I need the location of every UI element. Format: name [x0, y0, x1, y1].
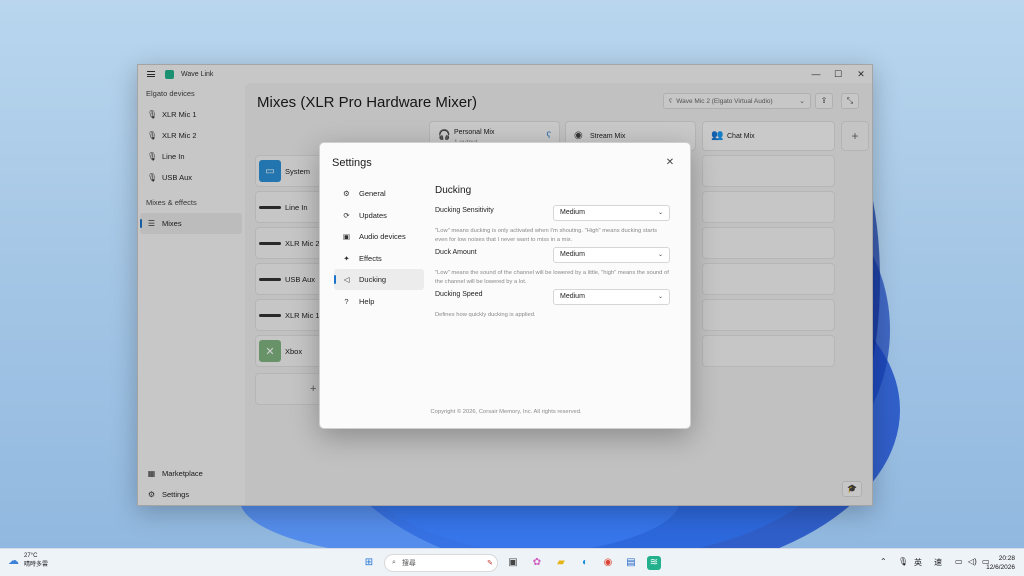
setting-label: Duck Amount [435, 249, 477, 256]
settings-dialog: Settings ✕ ⚙ General ⟳ Updates ▣ Audio devi… [319, 142, 691, 429]
chevron-up-icon[interactable]: ⌃ [880, 557, 887, 566]
network-icon[interactable]: ▭ [955, 557, 963, 566]
setting-description: "Low" means the sound of the channel wil… [435, 270, 669, 285]
settings-nav-ducking[interactable]: ◁ Ducking [334, 269, 424, 290]
settings-nav-effects[interactable]: ✦ Effects [334, 248, 424, 269]
date: 12/6/2026 [986, 564, 1015, 571]
nav-label: Help [359, 296, 375, 306]
settings-nav-updates[interactable]: ⟳ Updates [334, 205, 424, 226]
copilot-icon[interactable]: ✿ [530, 556, 544, 570]
effects-icon: ✦ [343, 253, 350, 263]
duck-amount-select[interactable]: Medium ⌄ [553, 247, 670, 263]
nav-label: Effects [359, 253, 382, 263]
taskbar: ☁ 27°C 晴時多雲 ⊞ ⌕ 搜尋 ✎ ▣ ✿ ▰ ◐ ◉ ▤ ≋ ⌃ 🎙 英… [0, 548, 1024, 576]
select-value: Medium [560, 209, 585, 216]
store-icon[interactable]: ▤ [624, 556, 638, 570]
setting-description: Defines how quickly ducking is applied. [435, 312, 536, 318]
chevron-down-icon: ⌄ [657, 252, 663, 258]
nav-label: Updates [359, 210, 387, 220]
clock[interactable]: 20:28 12/6/2026 [986, 554, 1015, 572]
chevron-down-icon: ⌄ [657, 294, 663, 300]
partly-cloudy-icon: ☁ [8, 555, 19, 567]
setting-ducking-sensitivity: Ducking Sensitivity Medium ⌄ "Low" means … [435, 205, 671, 247]
chrome-icon[interactable]: ◉ [601, 556, 615, 570]
search-highlight-icon: ✎ [487, 560, 493, 567]
setting-label: Ducking Speed [435, 291, 483, 298]
setting-description: "Low" means ducking is only activated wh… [435, 228, 657, 243]
search-box[interactable]: ⌕ 搜尋 ✎ [384, 554, 498, 572]
settings-nav-help[interactable]: ? Help [334, 291, 424, 312]
ducking-speed-select[interactable]: Medium ⌄ [553, 289, 670, 305]
settings-nav: ⚙ General ⟳ Updates ▣ Audio devices ✦ Effect… [334, 183, 424, 312]
edge-icon[interactable]: ◐ [578, 556, 592, 570]
setting-label: Ducking Sensitivity [435, 207, 494, 214]
file-explorer-icon[interactable]: ▰ [554, 556, 568, 570]
help-icon: ? [344, 296, 349, 306]
weather-text: 晴時多雲 [24, 562, 49, 568]
settings-nav-general[interactable]: ⚙ General [334, 183, 424, 204]
volume-icon[interactable]: ◁) [968, 557, 977, 566]
select-value: Medium [560, 293, 585, 300]
ime-language[interactable]: 英 [914, 557, 922, 568]
nav-label: Ducking [359, 275, 387, 284]
time: 20:28 [998, 555, 1015, 562]
nav-label: Audio devices [359, 232, 406, 241]
refresh-icon: ⟳ [343, 210, 350, 220]
ime-mode[interactable]: 速 [934, 557, 942, 568]
ducking-panel: Ducking Ducking Sensitivity Medium ⌄ "Low… [435, 185, 671, 331]
search-placeholder: 搜尋 [401, 560, 416, 567]
panel-title: Ducking [435, 185, 472, 196]
dialog-title: Settings [332, 157, 372, 169]
wave-link-taskbar-icon[interactable]: ≋ [647, 556, 661, 570]
chevron-down-icon: ⌄ [657, 210, 663, 216]
copyright-text: Copyright © 2026, Corsair Memory, Inc. A… [430, 409, 582, 415]
mic-icon[interactable]: 🎙 [898, 557, 908, 566]
close-icon[interactable]: ✕ [664, 157, 676, 169]
ducking-sensitivity-select[interactable]: Medium ⌄ [553, 205, 670, 221]
settings-nav-audio-devices[interactable]: ▣ Audio devices [334, 226, 424, 247]
weather-widget[interactable]: ☁ 27°C 晴時多雲 [8, 553, 48, 568]
gear-icon: ⚙ [343, 189, 350, 198]
setting-duck-amount: Duck Amount Medium ⌄ "Low" means the soun… [435, 247, 671, 289]
start-icon[interactable]: ⊞ [362, 556, 376, 570]
task-view-icon[interactable]: ▣ [506, 556, 520, 570]
speaker-icon: ▣ [342, 232, 351, 241]
search-icon: ⌕ [392, 559, 396, 566]
volume-down-icon: ◁ [343, 275, 350, 284]
setting-ducking-speed: Ducking Speed Medium ⌄ Defines how quickl… [435, 289, 671, 331]
nav-label: General [359, 189, 386, 198]
select-value: Medium [560, 251, 585, 258]
